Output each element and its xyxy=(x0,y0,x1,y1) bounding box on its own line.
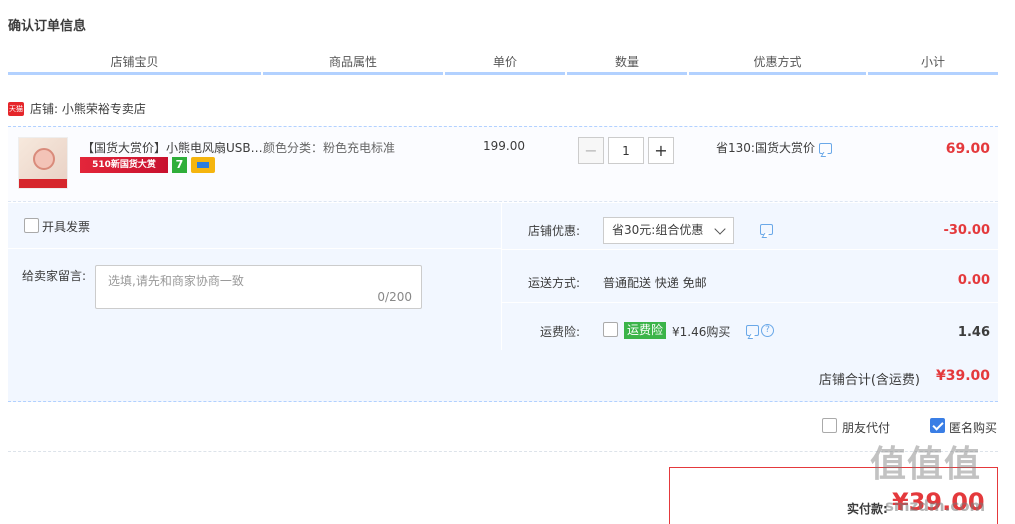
chat-icon[interactable] xyxy=(818,143,832,154)
col-header-shop-item: 店铺宝贝 xyxy=(110,55,159,69)
shop-discount-value: -30.00 xyxy=(943,223,990,238)
invoice-label[interactable]: 开具发票 xyxy=(42,218,90,235)
shipping-cost: 0.00 xyxy=(957,273,990,288)
shop-discount-selected: 省30元:组合优惠 xyxy=(612,223,704,237)
credit-card-icon xyxy=(191,157,215,173)
memo-textarea[interactable]: 选填,请先和商家协商一致 0/200 xyxy=(95,265,422,309)
insurance-price: ¥1.46购买 xyxy=(672,325,731,339)
promo-tag: 510新国货大赏 xyxy=(80,157,168,173)
col-header-quantity: 数量 xyxy=(614,55,639,69)
insurance-tag: 运费险 xyxy=(624,322,667,339)
product-attributes: 颜色分类：粉色充电标准 xyxy=(263,141,396,155)
col-header-unit-price: 单价 xyxy=(492,55,517,69)
watermark-logo: 值值值 xyxy=(870,444,982,485)
watermark-url: smzdm.com xyxy=(885,497,986,515)
friend-pay-checkbox[interactable] xyxy=(822,418,837,433)
insurance-help: ? xyxy=(742,323,774,337)
quantity-input[interactable] xyxy=(608,137,644,164)
invoice-row: 开具发票 xyxy=(8,203,501,249)
quantity-decrease-button[interactable]: − xyxy=(578,137,604,164)
payment-label: 实付款: xyxy=(847,502,888,516)
anonymous-checkbox[interactable] xyxy=(930,418,945,433)
shop-discount-select[interactable]: 省30元:组合优惠 xyxy=(603,217,734,244)
shop-total-row: 店铺合计(含运费) ¥39.00 xyxy=(8,350,998,402)
quantity-increase-button[interactable]: + xyxy=(648,137,674,164)
table-header: 店铺宝贝 商品属性 单价 数量 优惠方式 小计 xyxy=(8,52,998,75)
fan-image-icon xyxy=(33,148,55,170)
header-underline xyxy=(567,72,687,75)
header-underline xyxy=(868,72,998,75)
shipping-label: 运送方式: xyxy=(527,276,580,290)
memo-placeholder: 选填,请先和商家协商一致 xyxy=(108,274,244,288)
header-underline xyxy=(689,72,866,75)
divider xyxy=(8,451,998,452)
shop-name-link[interactable]: 店铺: 小熊荣裕专卖店 xyxy=(30,100,146,118)
header-underline xyxy=(8,72,261,75)
thumbnail-banner xyxy=(19,179,67,188)
shop-discount-label: 店铺优惠: xyxy=(527,224,580,238)
product-title-link[interactable]: 【国货大赏价】小熊电风扇USB小型 xyxy=(82,139,267,156)
order-item-row: 【国货大赏价】小熊电风扇USB小型 510新国货大赏 7 颜色分类：粉色充电标准… xyxy=(8,126,998,202)
chat-icon[interactable] xyxy=(760,224,773,235)
chevron-down-icon xyxy=(714,223,726,235)
header-underline xyxy=(445,72,565,75)
product-thumbnail[interactable] xyxy=(18,137,68,189)
item-discount-text: 省130:国货大赏价 xyxy=(716,141,815,155)
insurance-checkbox[interactable] xyxy=(603,322,618,337)
shipping-method: 普通配送 快递 免邮 xyxy=(603,276,707,290)
memo-char-counter: 0/200 xyxy=(377,290,412,304)
header-underline xyxy=(263,72,443,75)
anonymous-label[interactable]: 匿名购买 xyxy=(949,419,997,436)
insurance-cost: 1.46 xyxy=(957,325,990,340)
seven-day-return-icon: 7 xyxy=(172,157,187,173)
invoice-checkbox[interactable] xyxy=(24,218,39,233)
item-subtotal: 69.00 xyxy=(945,141,990,157)
help-icon[interactable]: ? xyxy=(761,324,774,337)
memo-row: 给卖家留言: 选填,请先和商家协商一致 0/200 xyxy=(8,250,501,350)
insurance-label: 运费险: xyxy=(539,325,580,339)
shop-discount-row: 店铺优惠: 省30元:组合优惠 -30.00 xyxy=(502,203,998,250)
shop-total-value: ¥39.00 xyxy=(935,368,990,384)
shipping-insurance-row: 运费险: 运费险 ¥1.46购买 ? 1.46 xyxy=(502,303,998,350)
col-header-subtotal: 小计 xyxy=(920,55,945,69)
memo-label: 给卖家留言: xyxy=(22,269,87,283)
col-header-discount: 优惠方式 xyxy=(753,55,802,69)
shop-total-label: 店铺合计(含运费) xyxy=(818,373,920,388)
chat-icon[interactable] xyxy=(746,325,759,336)
shipping-row: 运送方式: 普通配送 快递 免邮 0.00 xyxy=(502,250,998,303)
unit-price: 199.00 xyxy=(483,139,525,153)
page-title: 确认订单信息 xyxy=(8,19,87,34)
col-header-attributes: 商品属性 xyxy=(328,55,377,69)
tmall-icon: 天猫 xyxy=(8,102,24,116)
order-options: 开具发票 给卖家留言: 选填,请先和商家协商一致 0/200 店铺优惠: 省30… xyxy=(8,203,998,402)
item-discount: 省130:国货大赏价 xyxy=(716,139,832,156)
friend-pay-label[interactable]: 朋友代付 xyxy=(842,419,890,436)
